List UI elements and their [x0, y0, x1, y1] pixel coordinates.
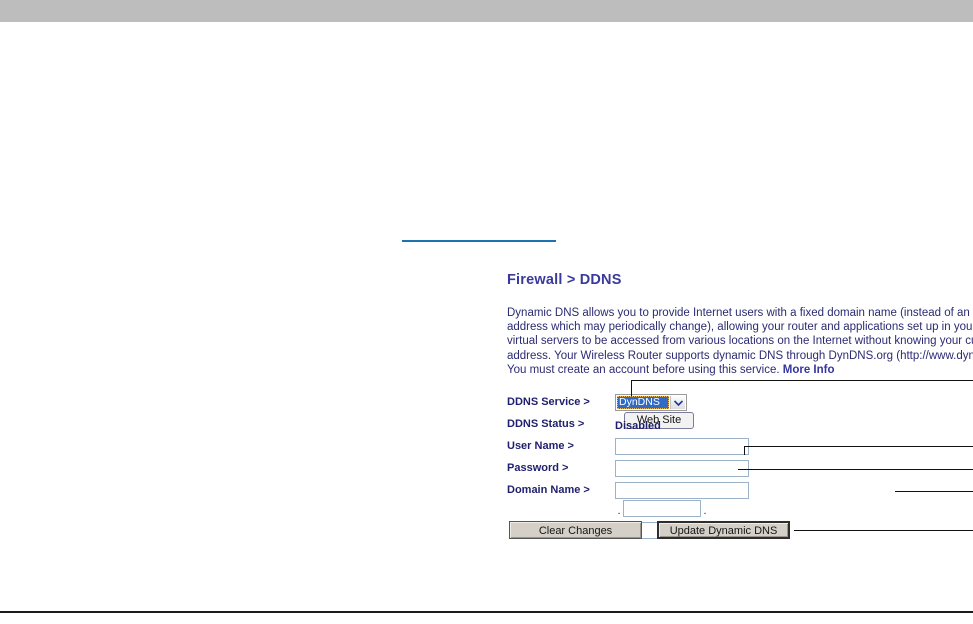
ddns-service-selected-value: DynDNS [617, 396, 669, 409]
ddns-status-value: Disabled [615, 420, 661, 432]
callout-line-user-name [744, 446, 973, 447]
intro-description: Dynamic DNS allows you to provide Intern… [507, 306, 973, 377]
top-gray-band [0, 0, 973, 22]
password-input-wrap [615, 460, 749, 478]
ddns-service-label: DDNS Service > [507, 396, 590, 408]
domain-separator-1: . [617, 505, 621, 517]
clear-changes-button[interactable]: Clear Changes [509, 521, 642, 539]
ddns-settings-panel: Firewall > DDNS Dynamic DNS allows you t… [0, 22, 973, 611]
ddns-status-value-wrap: Disabled [615, 416, 661, 435]
chevron-down-icon[interactable] [670, 396, 685, 409]
callout-line-update-button [794, 530, 973, 531]
ddns-service-select[interactable]: DynDNS [615, 394, 687, 411]
domain-name-part2-input[interactable] [623, 500, 701, 517]
user-name-input-wrap [615, 438, 749, 456]
bottom-page-rule [0, 611, 973, 613]
password-label: Password > [507, 462, 569, 474]
page-title: Firewall > DDNS [507, 272, 622, 288]
callout-line-password [738, 469, 973, 470]
more-info-link[interactable]: More Info [783, 364, 835, 376]
password-input[interactable] [615, 460, 749, 477]
callout-line-domain-name [895, 491, 973, 492]
intro-text: Dynamic DNS allows you to provide Intern… [507, 307, 973, 376]
ddns-status-label: DDNS Status > [507, 418, 585, 430]
domain-name-part1-input[interactable] [615, 482, 749, 499]
callout-line-ddns-service [631, 380, 973, 381]
update-dynamic-dns-button[interactable]: Update Dynamic DNS [657, 521, 790, 539]
callout-line-ddns-service-vertical [631, 380, 632, 396]
domain-separator-2: . [703, 505, 707, 517]
domain-name-label: Domain Name > [507, 484, 590, 496]
blue-divider-rule [402, 240, 556, 242]
callout-line-user-name-vertical [744, 446, 745, 455]
user-name-label: User Name > [507, 440, 574, 452]
user-name-input[interactable] [615, 438, 749, 455]
